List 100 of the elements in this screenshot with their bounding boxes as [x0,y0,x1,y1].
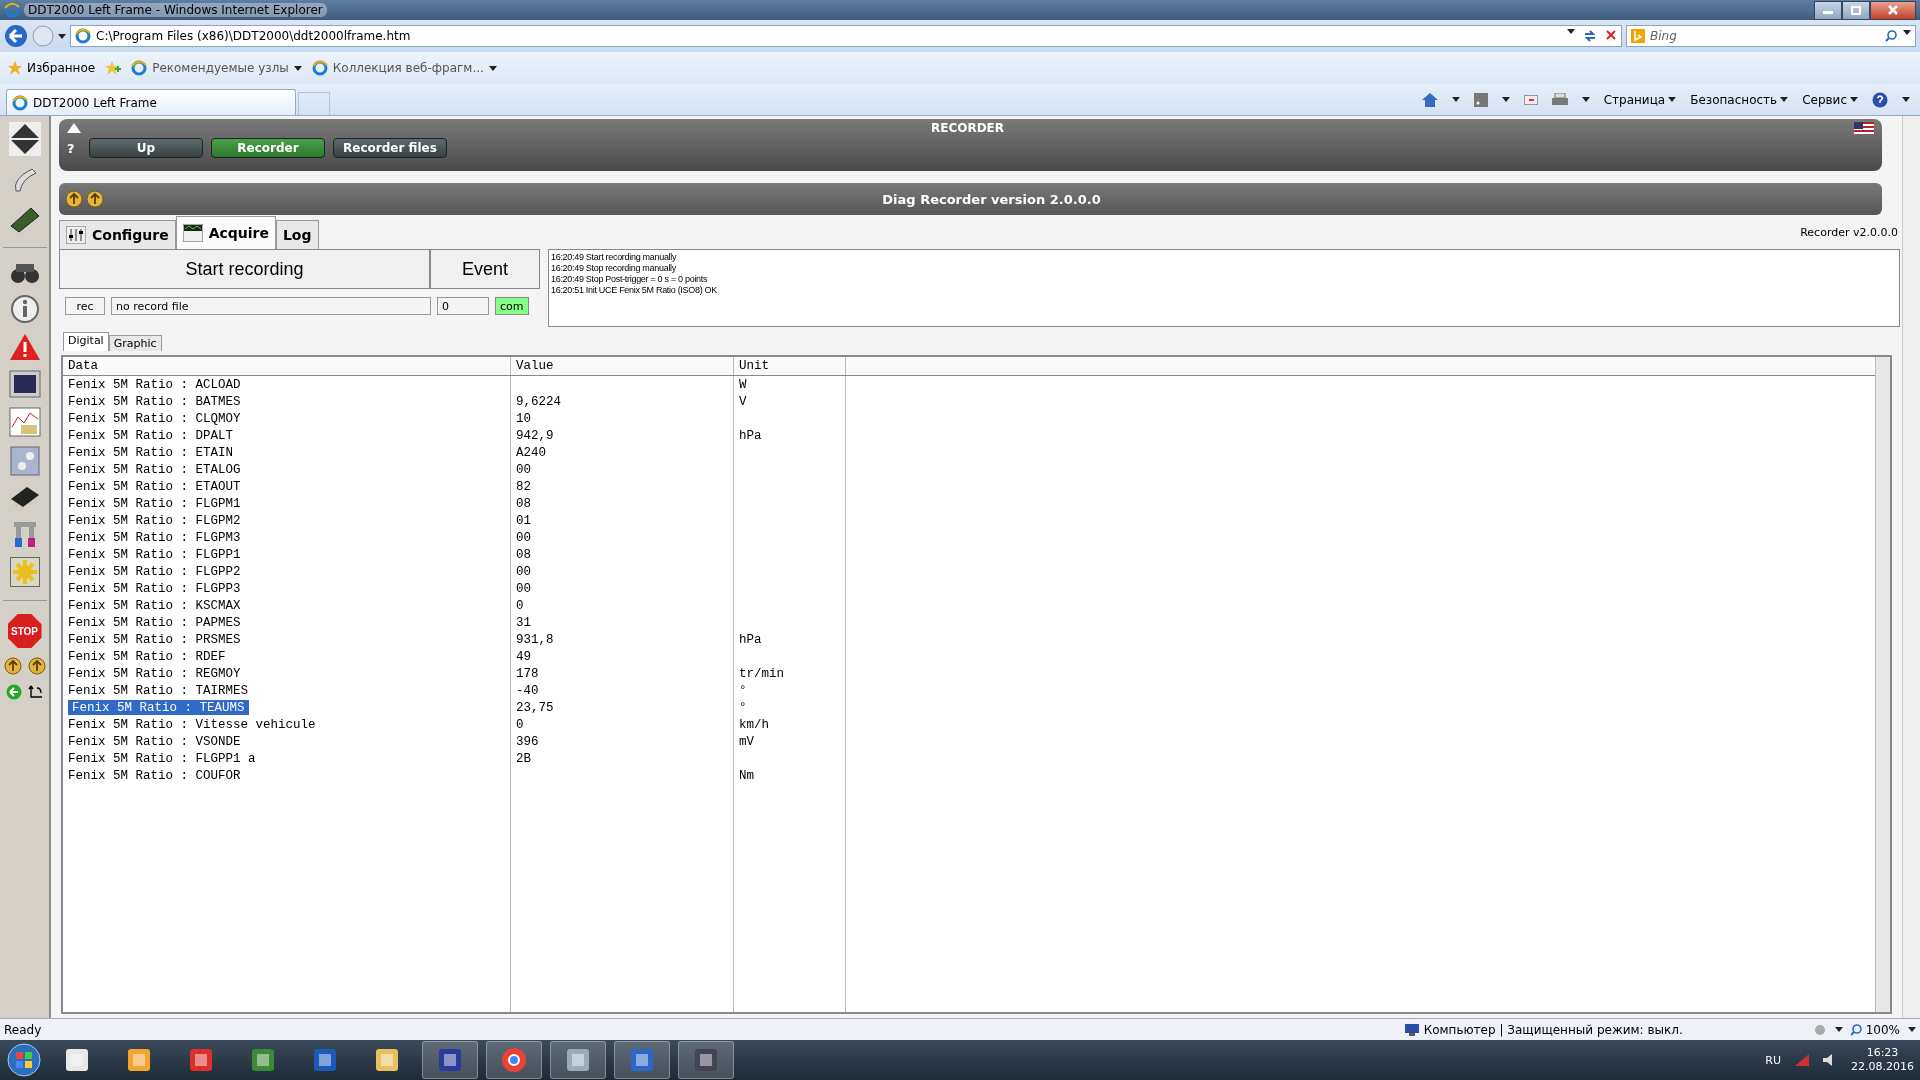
table-cell[interactable]: Fenix 5M Ratio : FLGPP1 [68,547,241,562]
mail-icon [1523,94,1538,105]
log-line: 16:20:49 Stop recording manually [551,263,677,274]
close-button[interactable] [1870,0,1916,20]
table-cell[interactable]: Fenix 5M Ratio : CLQMOY [68,411,241,426]
table-cell[interactable]: Fenix 5M Ratio : REGMOY [68,666,241,681]
app-icon [693,1047,719,1073]
caret-icon [1903,30,1911,35]
table-cell[interactable]: Fenix 5M Ratio : TAIRMES [68,683,249,698]
tab[interactable]: Log [275,220,319,249]
scope-icon [182,224,203,242]
table-cell[interactable]: Fenix 5M Ratio : FLGPM2 [68,513,241,528]
table-cell[interactable]: Fenix 5M Ratio : KSCMAX [68,598,241,613]
table-cell: 00 [516,564,531,579]
address-field[interactable]: C:\Program Files (x86)\DDT2000\ddt2000lframe.htm [70,25,1622,47]
maximize-button[interactable] [1842,0,1870,20]
table-cell: 08 [516,547,531,562]
table-cell[interactable]: Fenix 5M Ratio : DPALT [68,428,234,443]
table-cell: mV [739,734,754,749]
table-cell[interactable]: Fenix 5M Ratio : ETAOUT [68,479,241,494]
menu-button[interactable]: Безопасность [1690,92,1789,107]
table-cell[interactable]: Fenix 5M Ratio : COUFOR [68,768,241,783]
clock-time[interactable]: 16:23 [1866,1046,1899,1060]
column-header[interactable]: Value [511,357,734,375]
caret-icon [1902,97,1910,102]
table-cell: km/h [739,717,769,732]
tab[interactable]: Digital [63,332,109,351]
log-line: 16:20:49 Stop Post-trigger = 0 s = 0 points [551,274,709,285]
table-cell: 0 [516,717,524,732]
tab[interactable]: Acquire [175,216,276,249]
column-header[interactable]: Data [63,357,511,375]
language-indicator[interactable]: RU [1765,1053,1781,1067]
rec-label: rec [65,297,105,315]
table-cell: 00 [516,462,531,477]
table-cell: 00 [516,581,531,596]
app-icon [437,1047,463,1073]
zoom-icon [1850,1023,1863,1036]
table-cell[interactable]: Fenix 5M Ratio : FLGPP1 a [68,751,256,766]
printer-icon [1551,92,1568,107]
app-icon [312,1047,338,1073]
up-icon [86,190,104,208]
tab[interactable]: Configure [59,220,176,249]
nav-button[interactable]: Recorder [211,138,325,158]
ie-icon [12,94,28,111]
caret-icon [1501,97,1510,102]
table-cell[interactable]: Fenix 5M Ratio : FLGPM1 [68,496,241,511]
minimize-button[interactable] [1814,0,1842,20]
panel-title: RECORDER [930,121,1005,135]
favorites-link[interactable]: Рекомендуемые узлы [131,60,302,76]
favorites-link[interactable]: Коллекция веб-фрагм... [311,60,497,76]
menu-button[interactable]: Сервис [1802,92,1858,107]
table-cell[interactable]: Fenix 5M Ratio : BATMES [68,394,241,409]
table-cell[interactable]: Fenix 5M Ratio : TEAUMS [68,700,249,715]
favorites-button[interactable]: Избранное [8,61,96,75]
warning-icon [8,333,41,361]
table-cell: 178 [516,666,539,681]
nav-button[interactable]: Recorder files [333,138,447,158]
tab[interactable]: Graphic [108,335,162,351]
table-cell[interactable]: Fenix 5M Ratio : VSONDE [68,734,241,749]
table-cell[interactable]: Fenix 5M Ratio : PRSMES [68,632,241,647]
zoom-button[interactable]: 100% [1850,1022,1900,1037]
table-cell[interactable]: Fenix 5M Ratio : ACLOAD [68,377,241,392]
table-cell[interactable]: Fenix 5M Ratio : ETAIN [68,445,234,460]
table-cell[interactable]: Fenix 5M Ratio : ETALOG [68,462,241,477]
log-line: 16:20:51 Init UCE Fenix 5M Ratio (ISO8) OK [551,285,718,296]
table-cell[interactable]: Fenix 5M Ratio : FLGPP2 [68,564,241,579]
taskbar-app-button[interactable] [486,1041,542,1079]
dropdown-icon [58,33,66,39]
search-field[interactable]: Bing [1626,25,1916,47]
table-cell: 942,9 [516,428,554,443]
scrollbar[interactable] [1875,357,1890,1012]
browser-tab[interactable]: DDT2000 Left Frame [6,89,296,115]
help-button[interactable]: ? [67,140,81,156]
help-icon [1872,91,1888,108]
scrollbar[interactable] [1902,116,1920,1018]
event-button[interactable]: Event [430,249,540,289]
start-recording-button[interactable]: Start recording [59,249,430,289]
caret-icon [1908,1027,1916,1032]
count-field[interactable]: 0 [437,297,489,315]
table-cell[interactable]: Fenix 5M Ratio : Vitesse vehicule [68,717,316,732]
table-cell[interactable]: Fenix 5M Ratio : PAPMES [68,615,241,630]
info-icon [9,294,40,324]
nav-button[interactable]: Up [89,138,203,158]
column-header[interactable]: Unit [734,357,846,375]
table-cell[interactable]: Fenix 5M Ratio : FLGPM3 [68,530,241,545]
table-cell: 9,6224 [516,394,561,409]
table-cell: ° [739,700,747,715]
table-cell: A240 [516,445,546,460]
table-cell[interactable]: Fenix 5M Ratio : RDEF [68,649,226,664]
ie-icon [311,60,328,76]
stop-button[interactable]: STOP [7,614,42,648]
app-icon [64,1047,90,1073]
table-cell: 01 [516,513,531,528]
menu-button[interactable]: Страница [1603,92,1677,107]
table-cell: ° [739,683,747,698]
table-cell: 931,8 [516,632,554,647]
table-cell[interactable]: Fenix 5M Ratio : FLGPP3 [68,581,241,596]
clock-date[interactable]: 22.08.2016 [1851,1060,1914,1074]
caret-icon [1834,1027,1843,1032]
file-field[interactable]: no record file [111,297,431,315]
